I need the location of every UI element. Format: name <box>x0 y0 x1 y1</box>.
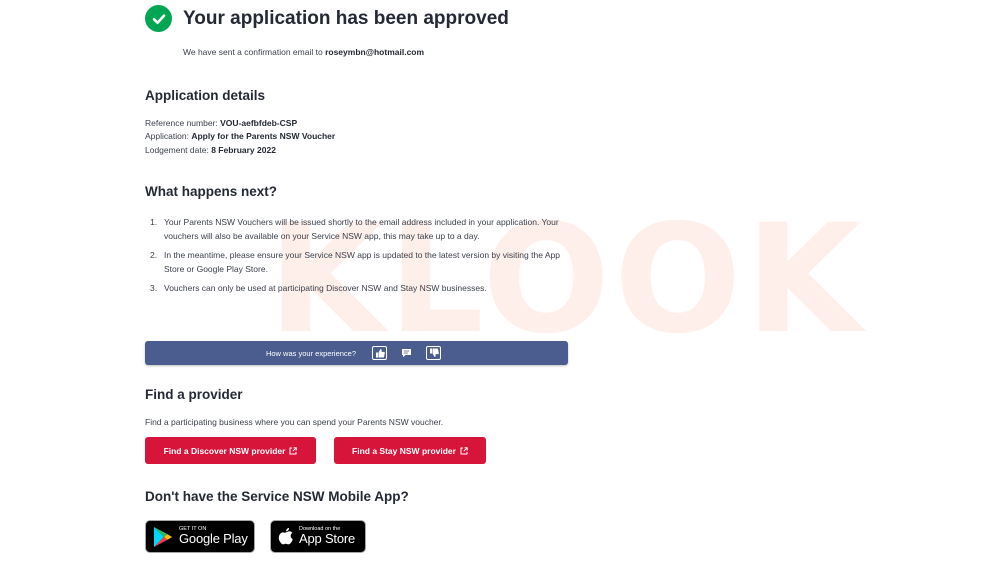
approval-header: Your application has been approved <box>145 5 509 32</box>
mobile-app-heading: Don't have the Service NSW Mobile App? <box>145 489 409 504</box>
find-discover-provider-button[interactable]: Find a Discover NSW provider <box>145 437 316 464</box>
external-link-icon <box>460 446 468 454</box>
step-text: Your Parents NSW Vouchers will be issued… <box>164 217 559 241</box>
step-number: 3. <box>150 283 158 293</box>
apple-icon <box>278 527 293 545</box>
application-label: Application: <box>145 131 189 141</box>
confirmation-text: We have sent a confirmation email to ros… <box>183 47 424 57</box>
reference-number-row: Reference number: VOU-aefbfdeb-CSP <box>145 118 297 128</box>
step-text: In the meantime, please ensure your Serv… <box>164 250 560 274</box>
list-item: 3. Vouchers can only be used at particip… <box>150 282 570 296</box>
application-row: Application: Apply for the Parents NSW V… <box>145 131 335 141</box>
provider-description: Find a participating business where you … <box>145 417 444 427</box>
list-item: 1. Your Parents NSW Vouchers will be iss… <box>150 216 570 243</box>
application-value: Apply for the Parents NSW Voucher <box>191 131 336 141</box>
next-steps-list: 1. Your Parents NSW Vouchers will be iss… <box>150 216 570 302</box>
google-play-icon <box>154 526 172 547</box>
app-store-label: App Store <box>299 531 356 547</box>
what-happens-next-heading: What happens next? <box>145 184 278 199</box>
check-circle-icon <box>145 5 172 32</box>
comment-icon[interactable] <box>399 346 414 360</box>
thumbs-up-icon[interactable] <box>372 346 388 360</box>
reference-value: VOU-aefbfdeb-CSP <box>220 118 298 128</box>
step-text: Vouchers can only be used at participati… <box>164 283 487 293</box>
google-play-label: Google Play <box>179 531 248 547</box>
feedback-question: How was your experience? <box>265 348 357 358</box>
thumbs-down-icon[interactable] <box>426 346 442 360</box>
find-provider-heading: Find a provider <box>145 387 243 402</box>
discover-button-label: Find a Discover NSW provider <box>163 445 286 456</box>
stay-button-label: Find a Stay NSW provider <box>352 445 456 456</box>
step-number: 2. <box>150 250 158 260</box>
app-store-badge[interactable]: Download on the App Store <box>270 520 366 553</box>
list-item: 2. In the meantime, please ensure your S… <box>150 249 570 276</box>
page-title: Your application has been approved <box>183 7 509 29</box>
step-number: 1. <box>150 217 158 227</box>
reference-label: Reference number: <box>145 118 218 128</box>
lodgement-label: Lodgement date: <box>145 145 209 155</box>
external-link-icon <box>289 446 298 454</box>
confirmation-email: roseymbn@hotmail.com <box>325 47 425 57</box>
google-play-badge[interactable]: GET IT ON Google Play <box>145 520 255 553</box>
feedback-bar: How was your experience? <box>145 341 568 365</box>
lodgement-value: 8 February 2022 <box>211 145 276 155</box>
confirmation-prefix: We have sent a confirmation email to <box>183 47 323 57</box>
lodgement-date-row: Lodgement date: 8 February 2022 <box>145 145 276 155</box>
find-stay-provider-button[interactable]: Find a Stay NSW provider <box>334 437 486 464</box>
application-details-heading: Application details <box>145 88 266 103</box>
